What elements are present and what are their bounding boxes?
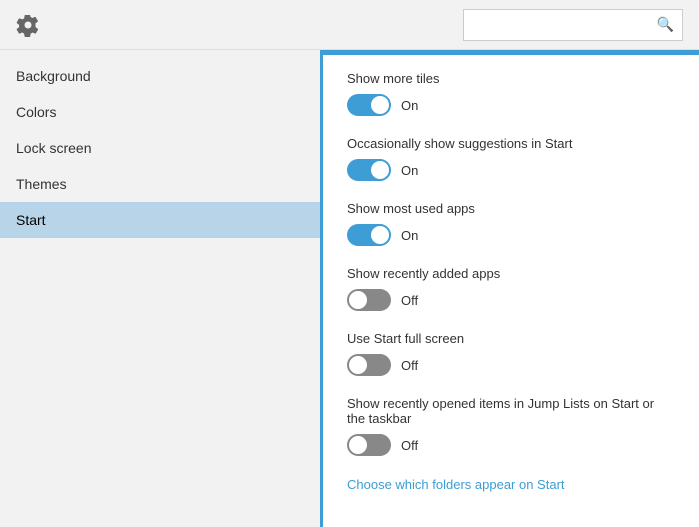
toggle-use-start-full-screen[interactable] — [347, 354, 391, 376]
header: 🔍 — [0, 0, 699, 50]
search-input[interactable] — [472, 17, 657, 32]
setting-show-recently-added: Show recently added apps Off — [347, 266, 675, 311]
toggle-row-show-recently-added: Off — [347, 289, 675, 311]
toggle-thumb-show-recently-added — [349, 291, 367, 309]
setting-label-show-more-tiles: Show more tiles — [347, 71, 675, 86]
toggle-row-show-more-tiles: On — [347, 94, 675, 116]
search-box[interactable]: 🔍 — [463, 9, 683, 41]
setting-label-show-jump-lists: Show recently opened items in Jump Lists… — [347, 396, 675, 426]
setting-use-start-full-screen: Use Start full screen Off — [347, 331, 675, 376]
toggle-show-suggestions[interactable] — [347, 159, 391, 181]
setting-show-more-tiles: Show more tiles On — [347, 71, 675, 116]
search-icon: 🔍 — [657, 16, 674, 33]
toggle-thumb-show-most-used — [371, 226, 389, 244]
setting-show-jump-lists: Show recently opened items in Jump Lists… — [347, 396, 675, 456]
sidebar-item-themes[interactable]: Themes — [0, 166, 320, 202]
sidebar-item-lock-screen[interactable]: Lock screen — [0, 130, 320, 166]
toggle-row-use-start-full-screen: Off — [347, 354, 675, 376]
toggle-state-show-jump-lists: Off — [401, 438, 418, 453]
toggle-state-show-most-used: On — [401, 228, 418, 243]
setting-label-show-recently-added: Show recently added apps — [347, 266, 675, 281]
sidebar-item-background[interactable]: Background — [0, 58, 320, 94]
toggle-thumb-show-jump-lists — [349, 436, 367, 454]
sidebar-item-start[interactable]: Start — [0, 202, 320, 238]
toggle-row-show-suggestions: On — [347, 159, 675, 181]
choose-folders-link-container: Choose which folders appear on Start — [347, 476, 675, 492]
toggle-show-most-used[interactable] — [347, 224, 391, 246]
toggle-show-jump-lists[interactable] — [347, 434, 391, 456]
toggle-thumb-use-start-full-screen — [349, 356, 367, 374]
setting-label-show-suggestions: Occasionally show suggestions in Start — [347, 136, 675, 151]
main-layout: BackgroundColorsLock screenThemesStart S… — [0, 50, 699, 527]
sidebar: BackgroundColorsLock screenThemesStart — [0, 50, 320, 527]
setting-show-most-used: Show most used apps On — [347, 201, 675, 246]
setting-label-show-most-used: Show most used apps — [347, 201, 675, 216]
toggle-state-show-recently-added: Off — [401, 293, 418, 308]
toggle-thumb-show-more-tiles — [371, 96, 389, 114]
choose-folders-link[interactable]: Choose which folders appear on Start — [347, 477, 565, 492]
toggle-row-show-most-used: On — [347, 224, 675, 246]
sidebar-item-colors[interactable]: Colors — [0, 94, 320, 130]
gear-icon — [16, 13, 40, 37]
toggle-state-show-more-tiles: On — [401, 98, 418, 113]
setting-show-suggestions: Occasionally show suggestions in Start On — [347, 136, 675, 181]
toggle-row-show-jump-lists: Off — [347, 434, 675, 456]
toggle-state-show-suggestions: On — [401, 163, 418, 178]
toggle-state-use-start-full-screen: Off — [401, 358, 418, 373]
toggle-show-more-tiles[interactable] — [347, 94, 391, 116]
toggle-thumb-show-suggestions — [371, 161, 389, 179]
toggle-show-recently-added[interactable] — [347, 289, 391, 311]
top-accent-bar — [323, 50, 699, 55]
settings-content: Show more tilesOnOccasionally show sugge… — [320, 50, 699, 527]
setting-label-use-start-full-screen: Use Start full screen — [347, 331, 675, 346]
